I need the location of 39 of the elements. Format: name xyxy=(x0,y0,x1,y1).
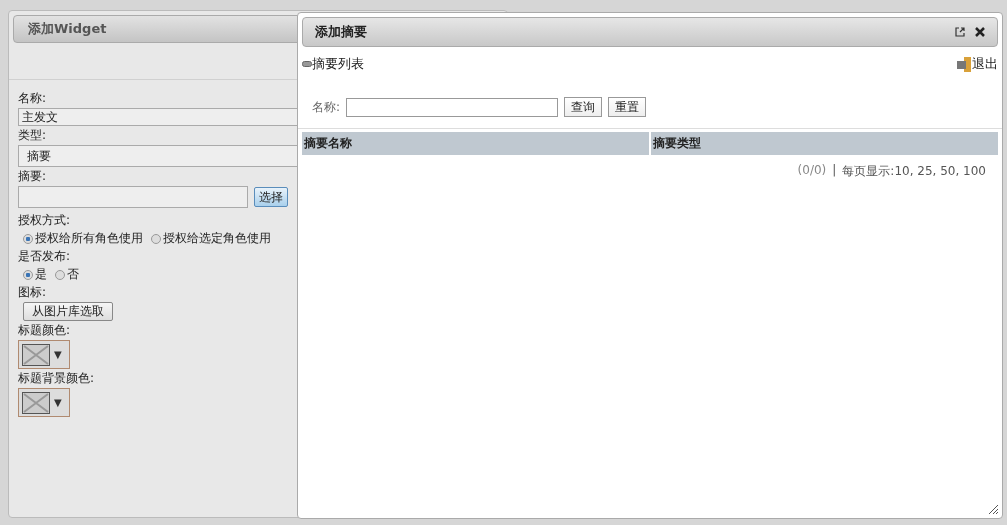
pager-separator: | xyxy=(832,163,837,179)
radio-button[interactable] xyxy=(151,233,161,244)
close-icon[interactable] xyxy=(975,27,985,37)
radio-label: 是 xyxy=(35,266,47,283)
list-icon xyxy=(302,61,312,67)
exit-link[interactable]: 退出 xyxy=(956,55,998,73)
radio-button[interactable] xyxy=(23,233,33,244)
field-label: 是否发布: xyxy=(18,248,71,265)
summary-field[interactable] xyxy=(18,186,248,208)
column-header: 摘要名称 xyxy=(302,132,649,155)
dialog-title: 添加摘要 xyxy=(315,23,368,41)
radio-label: 否 xyxy=(67,266,79,283)
radio-label: 授权给所有角色使用 xyxy=(35,230,143,247)
name-search-field[interactable] xyxy=(346,97,559,117)
door-icon xyxy=(956,56,972,72)
page-size-options[interactable]: 每页显示:10, 25, 50, 100 xyxy=(842,163,986,180)
resize-grip-icon[interactable] xyxy=(988,504,999,515)
field-label: 授权方式: xyxy=(18,212,71,229)
query-button[interactable]: 查询 xyxy=(564,97,603,117)
field-label: 摘要: xyxy=(18,168,47,185)
field-label: 名称: xyxy=(18,90,47,107)
no-color-icon xyxy=(22,343,50,366)
field-label: 类型: xyxy=(18,127,47,144)
record-count: (0/0) xyxy=(797,163,827,179)
radio-button[interactable] xyxy=(55,269,65,280)
field-label: 标题颜色: xyxy=(18,322,71,339)
select-button[interactable]: 选择 xyxy=(254,187,288,207)
color-picker[interactable]: ▼ xyxy=(18,340,70,369)
image-library-button[interactable]: 从图片库选取 xyxy=(23,302,113,321)
field-label: 图标: xyxy=(18,284,47,301)
popout-icon[interactable] xyxy=(955,27,965,37)
list-title: 摘要列表 xyxy=(312,55,364,73)
radio-label: 授权给选定角色使用 xyxy=(163,230,271,247)
radio-button[interactable] xyxy=(23,269,33,280)
color-picker[interactable]: ▼ xyxy=(18,388,70,417)
reset-button[interactable]: 重置 xyxy=(608,97,647,117)
column-header: 摘要类型 xyxy=(651,132,998,155)
no-color-icon xyxy=(22,391,50,414)
field-label: 标题背景颜色: xyxy=(18,370,95,387)
